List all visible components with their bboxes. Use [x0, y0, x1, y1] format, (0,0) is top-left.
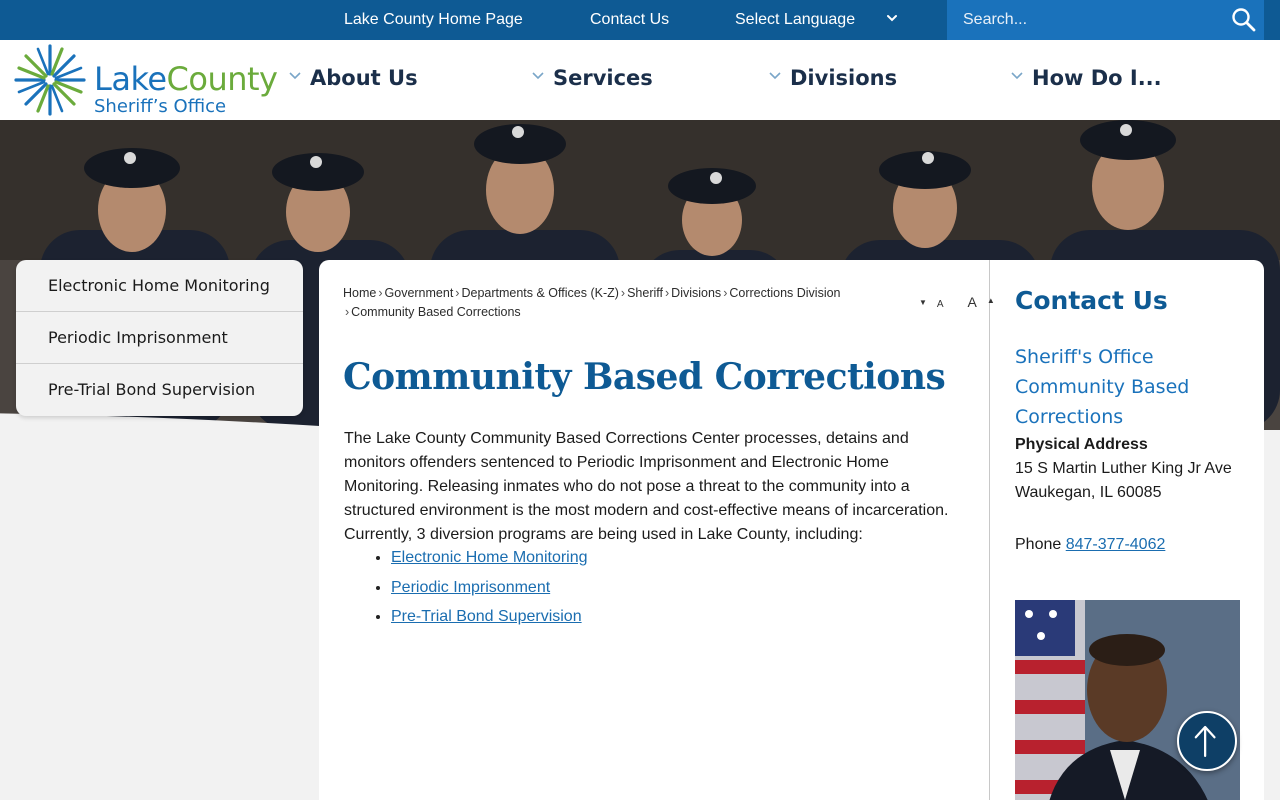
starburst-logo-icon: [14, 44, 86, 116]
back-to-top-button[interactable]: [1177, 711, 1237, 771]
contact-organization[interactable]: Sheriff's Office Community Based Correct…: [1015, 342, 1245, 432]
arrow-up-icon: [1194, 725, 1216, 758]
nav-services[interactable]: Services: [531, 40, 653, 120]
program-link-electronic-home-monitoring[interactable]: Electronic Home Monitoring: [391, 549, 588, 566]
lake-county-logo[interactable]: LakeCounty Sheriff’s Office: [14, 44, 284, 118]
font-increase-label: A: [967, 294, 977, 310]
subnav-pre-trial-bond-supervision[interactable]: Pre-Trial Bond Supervision: [16, 364, 303, 416]
nav-label: Services: [553, 66, 653, 90]
font-decrease-icon[interactable]: ▼ A: [919, 294, 954, 310]
language-select[interactable]: Select Language: [735, 0, 855, 40]
logo-word-county: County: [166, 60, 278, 98]
contact-org-line: Sheriff's Office: [1015, 346, 1154, 368]
font-decrease-label: A: [936, 299, 944, 310]
contact-title: Contact Us: [1015, 286, 1168, 315]
subnav-periodic-imprisonment[interactable]: Periodic Imprisonment: [16, 312, 303, 364]
page-title: Community Based Corrections: [343, 356, 946, 398]
nav-label: How Do I...: [1032, 66, 1162, 90]
chevron-down-icon: [532, 72, 544, 80]
program-list: Electronic Home Monitoring Periodic Impr…: [369, 546, 588, 635]
breadcrumb-departments[interactable]: Departments & Offices (K-Z): [461, 286, 618, 300]
content-card: Home › Government › Departments & Offices (K…: [319, 260, 1264, 800]
site-header: LakeCounty Sheriff’s Office About Us Ser…: [0, 40, 1280, 120]
program-link-pre-trial-bond-supervision[interactable]: Pre-Trial Bond Supervision: [391, 608, 582, 625]
nav-label: About Us: [310, 66, 418, 90]
address-line-1: 15 S Martin Luther King Jr Ave: [1015, 460, 1232, 477]
intro-paragraph: The Lake County Community Based Correcti…: [344, 430, 949, 543]
main-column: Home › Government › Departments & Offices (K…: [319, 260, 995, 800]
logo-word-lake: Lake: [94, 60, 167, 98]
section-subnav: Electronic Home Monitoring Periodic Impr…: [16, 260, 303, 416]
list-item: Pre-Trial Bond Supervision: [391, 605, 588, 635]
nav-about-us[interactable]: About Us: [288, 40, 418, 120]
contact-org-line: Community Based: [1015, 376, 1190, 398]
search-input[interactable]: [947, 0, 1217, 40]
breadcrumb-divisions[interactable]: Divisions: [671, 286, 721, 300]
address-label: Physical Address: [1015, 436, 1148, 453]
list-item: Electronic Home Monitoring: [391, 546, 588, 576]
font-increase-icon[interactable]: A ▲: [967, 294, 1004, 310]
chevron-down-icon: [289, 72, 301, 80]
nav-how-do-i[interactable]: How Do I...: [1010, 40, 1162, 120]
contact-org-line: Corrections: [1015, 406, 1124, 428]
font-size-controls: ▼ A A ▲: [919, 294, 1015, 310]
chevron-down-icon: [769, 72, 781, 80]
chevron-down-icon[interactable]: [884, 10, 900, 26]
subnav-electronic-home-monitoring[interactable]: Electronic Home Monitoring: [16, 260, 303, 312]
logo-wordmark: LakeCounty: [94, 60, 278, 98]
top-contact-us-link[interactable]: Contact Us: [590, 0, 669, 40]
nav-label: Divisions: [790, 66, 898, 90]
search-box: [947, 0, 1264, 40]
address-line-2: Waukegan, IL 60085: [1015, 484, 1162, 501]
breadcrumb: Home › Government › Departments & Offices (K…: [343, 286, 841, 319]
program-link-periodic-imprisonment[interactable]: Periodic Imprisonment: [391, 579, 550, 596]
breadcrumb-current: Community Based Corrections: [351, 305, 521, 319]
breadcrumb-government[interactable]: Government: [385, 286, 454, 300]
breadcrumb-corrections-division[interactable]: Corrections Division: [729, 286, 840, 300]
nav-divisions[interactable]: Divisions: [768, 40, 897, 120]
lake-county-home-link[interactable]: Lake County Home Page: [344, 0, 523, 40]
utility-bar: Lake County Home Page Contact Us Select …: [0, 0, 1280, 40]
phone-row: Phone 847-377-4062: [1015, 536, 1165, 554]
phone-label: Phone: [1015, 536, 1062, 553]
search-icon[interactable]: [1230, 6, 1258, 34]
phone-link[interactable]: 847-377-4062: [1066, 536, 1166, 553]
breadcrumb-home[interactable]: Home: [343, 286, 376, 300]
list-item: Periodic Imprisonment: [391, 576, 588, 606]
breadcrumb-sheriff[interactable]: Sheriff: [627, 286, 663, 300]
chevron-down-icon: [1011, 72, 1023, 80]
logo-subtitle: Sheriff’s Office: [94, 96, 227, 117]
